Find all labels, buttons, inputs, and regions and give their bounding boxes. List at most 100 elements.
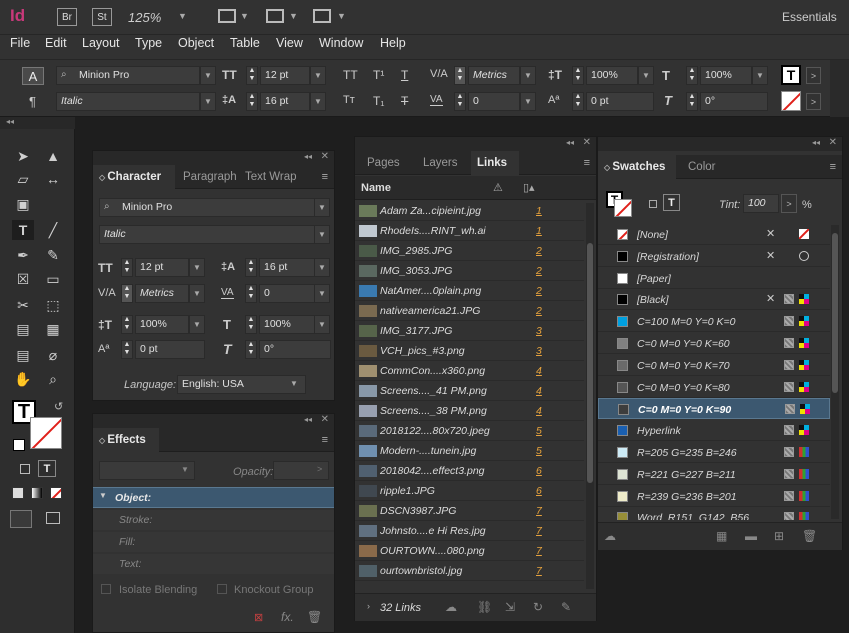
swatch-row[interactable]: [None] ✕ [598, 224, 830, 245]
link-row[interactable]: NatAmer....0plain.png 2 [355, 281, 584, 301]
collapse-panel-icon[interactable]: ◂◂ [566, 138, 574, 147]
link-page-number[interactable]: 7 [536, 545, 542, 557]
link-row[interactable]: VCH_pics_#3.png 3 [355, 341, 584, 361]
swatch-row[interactable]: R=221 G=227 B=211 [598, 464, 830, 485]
control-expand-icon[interactable]: > [806, 67, 821, 84]
isolate-blending-checkbox[interactable] [101, 584, 111, 594]
menu-type[interactable]: Type [135, 36, 162, 50]
vertical-scale-dropdown[interactable]: ▼ [638, 66, 654, 85]
column-name[interactable]: Name [361, 182, 391, 194]
tab-pages[interactable]: Pages [361, 151, 403, 175]
zoom-dropdown-icon[interactable]: ▼ [178, 11, 187, 21]
tracking-dropdown[interactable]: ▼ [520, 92, 536, 111]
link-row[interactable]: Screens...._41 PM.png 4 [355, 381, 584, 401]
scissors-tool-icon[interactable]: ✂ [12, 295, 34, 315]
horizontal-scale-dropdown[interactable]: ▼ [752, 66, 768, 85]
link-page-number[interactable]: 1 [536, 205, 542, 217]
formatting-text-icon[interactable]: T [38, 460, 56, 477]
link-row[interactable]: Modern-....tunein.jpg 5 [355, 441, 584, 461]
tab-text-wrap[interactable]: Text Wrap [239, 165, 309, 189]
language-dropdown-icon[interactable]: ▼ [290, 379, 298, 388]
subscript-icon[interactable]: T₁ [373, 94, 384, 108]
char-vertical-scale-stepper[interactable]: ▲ ▼ [121, 315, 133, 334]
link-row[interactable]: IMG_2985.JPG 2 [355, 241, 584, 261]
pencil-tool-icon[interactable]: ✎ [42, 245, 64, 265]
selection-tool-icon[interactable]: ➤ [12, 146, 34, 166]
char-font-family-dropdown[interactable]: ▼ [314, 198, 330, 217]
arrange-dropdown-icon[interactable]: ▼ [337, 11, 346, 21]
baseline-shift-field[interactable]: 0 pt [586, 92, 654, 111]
char-horizontal-scale-dropdown[interactable]: ▼ [314, 315, 330, 334]
link-page-number[interactable]: 6 [536, 465, 542, 477]
char-font-style-field[interactable]: Italic [99, 225, 315, 244]
screen-mode-icon[interactable] [266, 9, 284, 23]
link-row[interactable]: OURTOWN....080.png 7 [355, 541, 584, 561]
all-caps-icon[interactable]: TT [343, 68, 358, 82]
swatch-row[interactable]: [Black] ✕ [598, 289, 830, 311]
link-row[interactable]: DSCN3987.JPG 7 [355, 501, 584, 521]
small-caps-icon[interactable]: Tт [343, 94, 355, 106]
char-tracking-field[interactable]: 0 [259, 284, 315, 303]
font-size-field[interactable]: 12 pt [260, 66, 310, 85]
baseline-shift-stepper[interactable]: ▲ ▼ [572, 92, 584, 111]
leading-stepper[interactable]: ▲ ▼ [246, 92, 258, 111]
link-page-number[interactable]: 1 [536, 225, 542, 237]
link-page-number[interactable]: 3 [536, 325, 542, 337]
char-font-family-field[interactable]: Minion Pro [99, 198, 315, 217]
char-horizontal-scale-field[interactable]: 100% [259, 315, 315, 334]
char-kerning-stepper[interactable]: ▲ ▼ [121, 284, 133, 303]
underline-icon[interactable]: T [401, 68, 408, 82]
tab-links[interactable]: Links [471, 151, 519, 175]
blend-mode-dropdown-icon[interactable]: ▼ [181, 465, 189, 474]
relink-icon[interactable]: ⛓ [477, 600, 492, 614]
link-page-number[interactable]: 4 [536, 405, 542, 417]
effects-fill-row[interactable]: Fill: [93, 532, 334, 552]
free-transform-tool-icon[interactable]: ⬚ [42, 295, 64, 315]
link-page-number[interactable]: 2 [536, 245, 542, 257]
view-mode-icon[interactable] [10, 510, 32, 528]
hand-tool-icon[interactable]: ✋ [12, 369, 34, 389]
skew-stepper[interactable]: ▲ ▼ [686, 92, 698, 111]
swatch-row[interactable]: Word_R151_G142_B56 [598, 507, 830, 520]
expand-object-icon[interactable]: ▼ [99, 491, 107, 500]
horizontal-scale-field[interactable]: 100% [700, 66, 752, 85]
panel-menu-icon[interactable]: ≡ [584, 157, 590, 169]
swatches-scrollbar[interactable] [831, 225, 839, 519]
char-skew-stepper[interactable]: ▲ ▼ [245, 340, 257, 359]
char-baseline-stepper[interactable]: ▲ ▼ [121, 340, 133, 359]
menu-edit[interactable]: Edit [45, 36, 67, 50]
panel-menu-icon[interactable]: ≡ [322, 434, 328, 446]
links-scroll-thumb[interactable] [587, 243, 593, 483]
kerning-dropdown[interactable]: ▼ [520, 66, 536, 85]
rectangle-tool-icon[interactable]: ▭ [42, 269, 64, 289]
screen-mode-tool-icon[interactable] [46, 512, 60, 524]
collapse-panel-icon[interactable]: ◂◂ [812, 138, 820, 147]
view-dropdown-icon[interactable]: ▼ [240, 11, 249, 21]
font-size-stepper[interactable]: ▲ ▼ [246, 66, 258, 85]
note-tool-icon[interactable]: ▤ [12, 345, 34, 365]
show-swatches-icon[interactable]: ▦ [716, 529, 727, 543]
effects-stroke-row[interactable]: Stroke: [93, 510, 334, 530]
char-vertical-scale-dropdown[interactable]: ▼ [189, 315, 205, 334]
pen-tool-icon[interactable]: ✒ [12, 245, 34, 265]
effects-object-row[interactable]: ▼ Object: [93, 487, 334, 508]
stroke-swatch-icon[interactable] [30, 417, 62, 449]
link-row[interactable]: 2018042....effect3.png 6 [355, 461, 584, 481]
page-tool-icon[interactable]: ▱ [12, 169, 34, 189]
char-tracking-dropdown[interactable]: ▼ [314, 284, 330, 303]
swatch-container-icon[interactable] [649, 200, 657, 208]
zoom-tool-icon[interactable]: ⌕ [42, 369, 64, 389]
bridge-button[interactable]: Br [57, 8, 77, 26]
stock-button[interactable]: St [92, 8, 112, 26]
apply-gradient-icon[interactable] [31, 487, 43, 499]
control-expand-icon-2[interactable]: > [806, 93, 821, 110]
link-page-number[interactable]: 7 [536, 565, 542, 577]
link-row[interactable]: RhodeIs....RINT_wh.ai 1 [355, 221, 584, 241]
swatch-row[interactable]: R=239 G=236 B=201 [598, 486, 830, 507]
apply-color-icon[interactable] [12, 487, 24, 499]
eyedropper-tool-icon[interactable]: ⌀ [42, 345, 64, 365]
font-size-dropdown[interactable]: ▼ [310, 66, 326, 85]
swatch-row[interactable]: R=205 G=235 B=246 [598, 442, 830, 463]
char-vertical-scale-field[interactable]: 100% [135, 315, 189, 334]
char-font-style-dropdown[interactable]: ▼ [314, 225, 330, 244]
